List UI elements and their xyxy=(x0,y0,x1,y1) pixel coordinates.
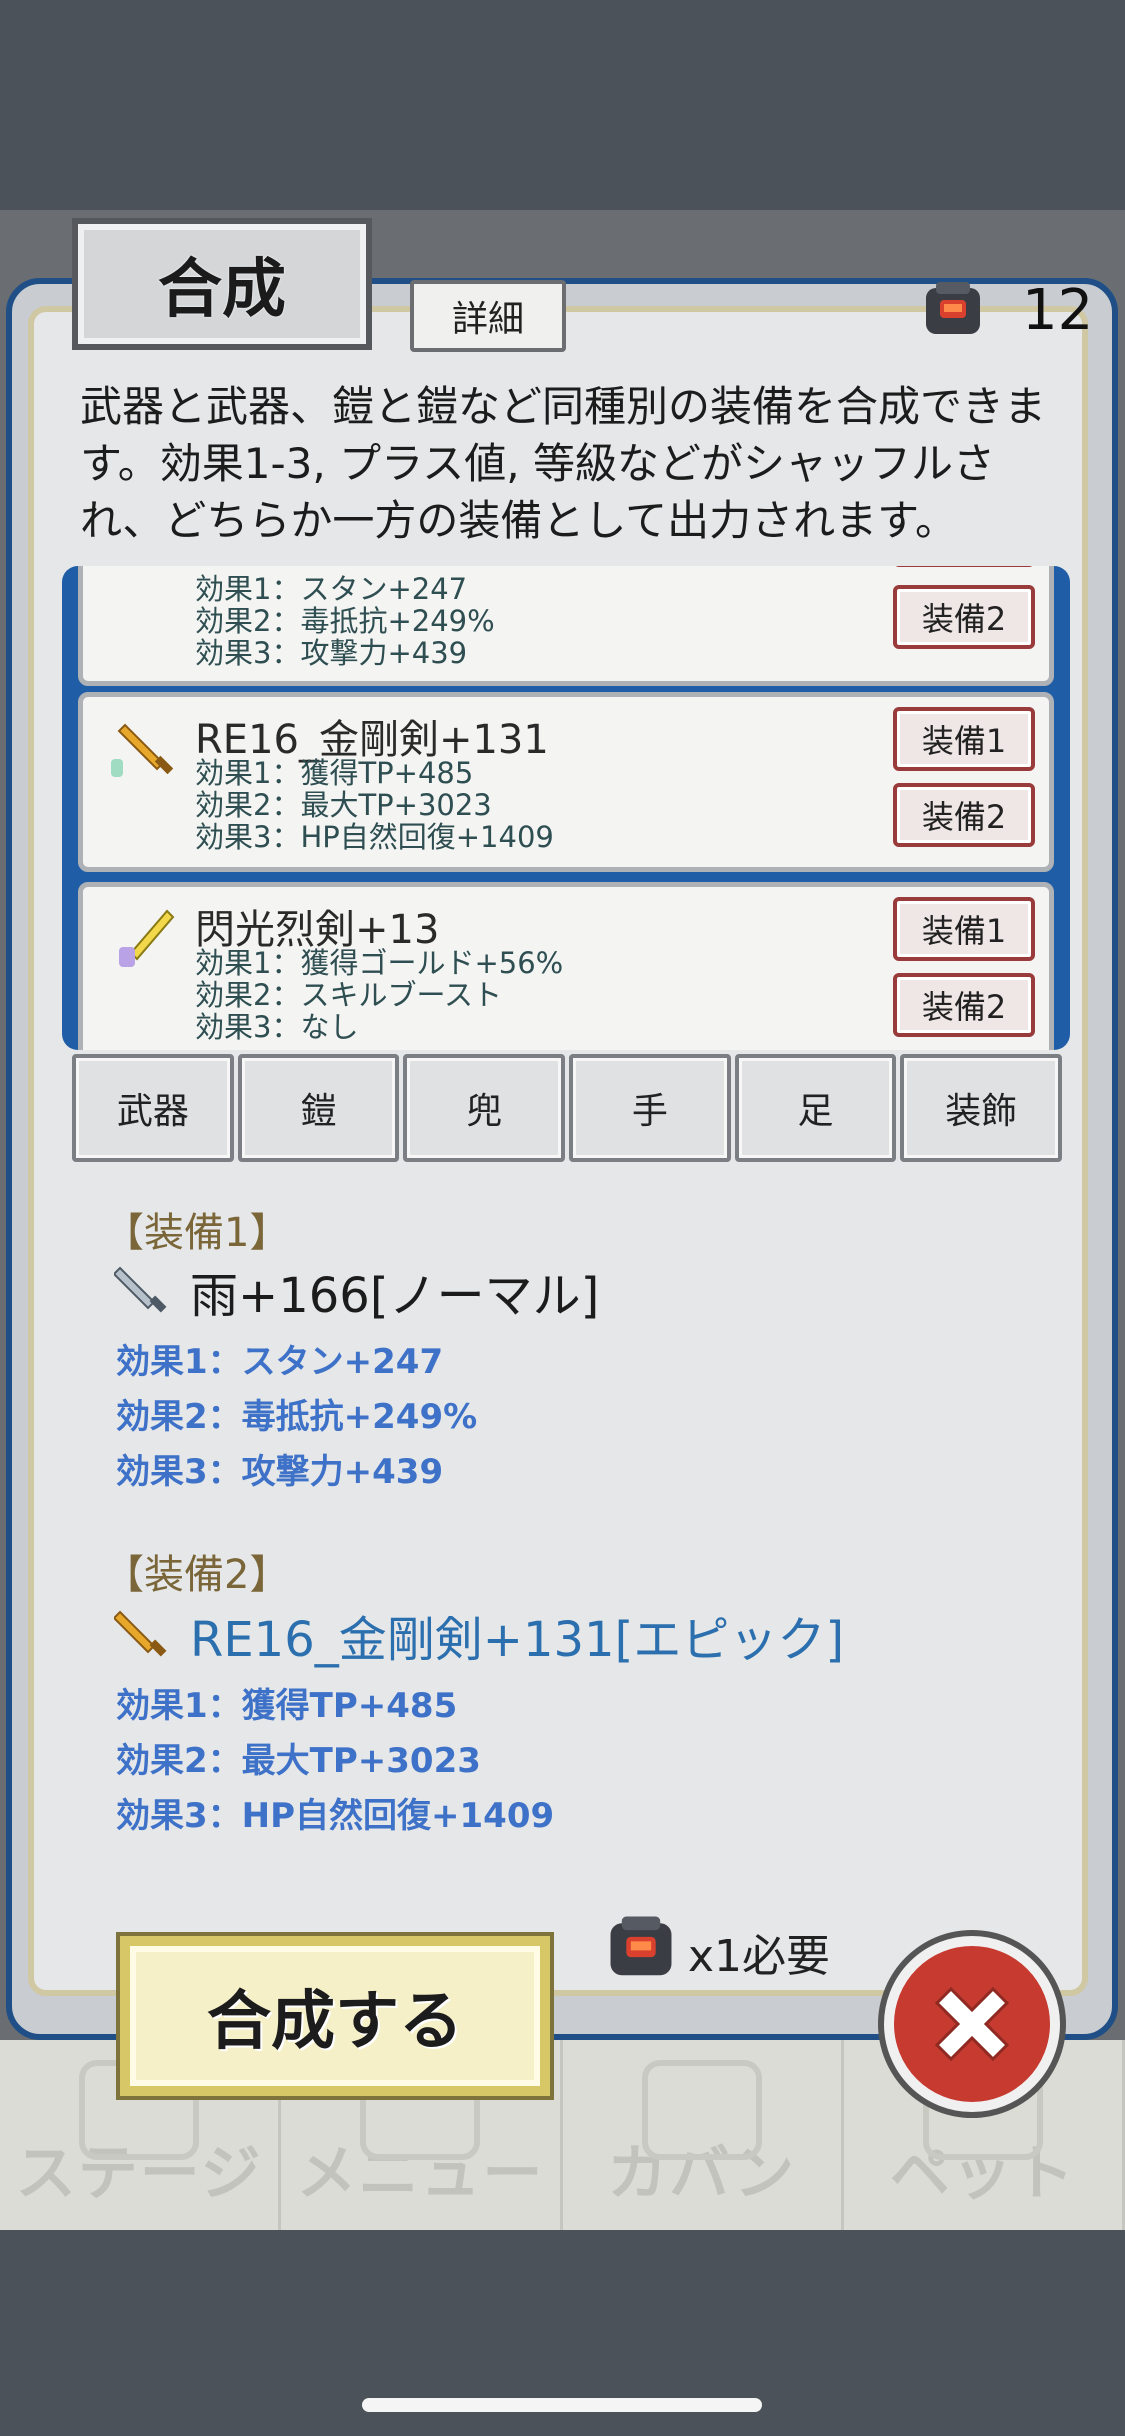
furnace-stone-icon xyxy=(610,1916,672,1976)
equip2-button[interactable]: 装備2 xyxy=(893,973,1035,1037)
equip1-effect-2: 効果2：毒抵抗+249% xyxy=(116,1397,478,1437)
item-effect-1: 効果1：スタン+247 xyxy=(195,572,468,606)
tab-weapon[interactable]: 武器 xyxy=(72,1054,234,1162)
list-item[interactable]: 閃光烈剣+13 効果1：獲得ゴールド+56% 効果2：スキルブースト 効果3：な… xyxy=(78,882,1054,1050)
tab-hand[interactable]: 手 xyxy=(569,1054,731,1162)
tab-accessory[interactable]: 装飾 xyxy=(900,1054,1063,1162)
bag-icon xyxy=(641,2060,762,2160)
silver-sword-icon xyxy=(114,1266,167,1313)
equip1-button[interactable] xyxy=(893,566,1035,567)
category-tabs: 武器 鎧 兜 手 足 装飾 xyxy=(72,1054,1063,1162)
equip2-effect-1: 効果1：獲得TP+485 xyxy=(116,1686,458,1726)
equipment-list[interactable]: 効果1：スタン+247 効果2：毒抵抗+249% 効果3：攻撃力+439 装備2… xyxy=(62,566,1070,1050)
tab-foot[interactable]: 足 xyxy=(734,1054,897,1162)
equip1-name: 雨+166[ノーマル] xyxy=(190,1268,600,1324)
equip1-button[interactable]: 装備1 xyxy=(893,897,1035,961)
gold-sword-icon xyxy=(111,723,174,777)
description: 武器と武器、鎧と鎧など同種別の装備を合成できます。効果1-3, プラス値, 等級… xyxy=(80,382,1047,545)
equip1-effect-3: 効果3：攻撃力+439 xyxy=(116,1452,444,1492)
item-effect-2: 効果2：スキルブースト xyxy=(195,978,503,1012)
title-tab: 合成 xyxy=(72,218,372,350)
gold-sword-icon xyxy=(114,1610,167,1657)
equip2-button[interactable]: 装備2 xyxy=(893,783,1035,847)
item-effect-2: 効果2：最大TP+3023 xyxy=(195,788,492,822)
equip1-button[interactable]: 装備1 xyxy=(893,707,1035,771)
list-item[interactable]: 効果1：スタン+247 効果2：毒抵抗+249% 効果3：攻撃力+439 装備2 xyxy=(78,566,1054,686)
equip2-name: RE16_金剛剣+131[エピック] xyxy=(190,1612,845,1668)
equip2-button[interactable]: 装備2 xyxy=(893,585,1035,649)
equip2-effect-2: 効果2：最大TP+3023 xyxy=(116,1741,481,1781)
equip1-effect-1: 効果1：スタン+247 xyxy=(116,1342,444,1382)
item-effect-3: 効果3：HP自然回復+1409 xyxy=(195,820,554,854)
tab-armor[interactable]: 鎧 xyxy=(237,1054,400,1162)
requirement-text: x1必要 xyxy=(688,1931,831,1982)
list-item[interactable]: RE16_金剛剣+131 効果1：獲得TP+485 効果2：最大TP+3023 … xyxy=(78,692,1054,872)
equip1-section: 【装備1】 xyxy=(104,1200,289,1258)
detail-label: 詳細 xyxy=(451,299,524,340)
close-button[interactable] xyxy=(884,1936,1060,2112)
equip1-header: 【装備1】 xyxy=(104,1210,290,1256)
home-indicator[interactable] xyxy=(362,2398,762,2412)
flash-sword-icon xyxy=(119,909,175,967)
equip2-header: 【装備2】 xyxy=(104,1552,290,1598)
item-effect-1: 効果1：獲得TP+485 xyxy=(195,756,474,790)
detail-button[interactable]: 詳細 xyxy=(410,280,566,352)
item-effect-3: 効果3：攻撃力+439 xyxy=(195,636,468,670)
synthesize-label: 合成する xyxy=(207,1985,463,2059)
equip2-effect-3: 効果3：HP自然回復+1409 xyxy=(116,1796,555,1836)
item-effect-3: 効果3：なし xyxy=(195,1010,359,1044)
close-x-icon xyxy=(934,1986,1010,2062)
nav-bag[interactable]: カバン xyxy=(563,2040,844,2230)
furnace-stone-icon xyxy=(926,282,980,334)
item-effect-2: 効果2：毒抵抗+249% xyxy=(195,604,495,638)
page-title: 合成 xyxy=(158,253,286,327)
stone-count: 12 xyxy=(1022,278,1094,343)
synthesize-button[interactable]: 合成する xyxy=(120,1936,550,2096)
tab-helmet[interactable]: 兜 xyxy=(403,1054,566,1162)
equip2-section: 【装備2】 xyxy=(104,1542,289,1600)
item-effect-1: 効果1：獲得ゴールド+56% xyxy=(195,946,564,980)
